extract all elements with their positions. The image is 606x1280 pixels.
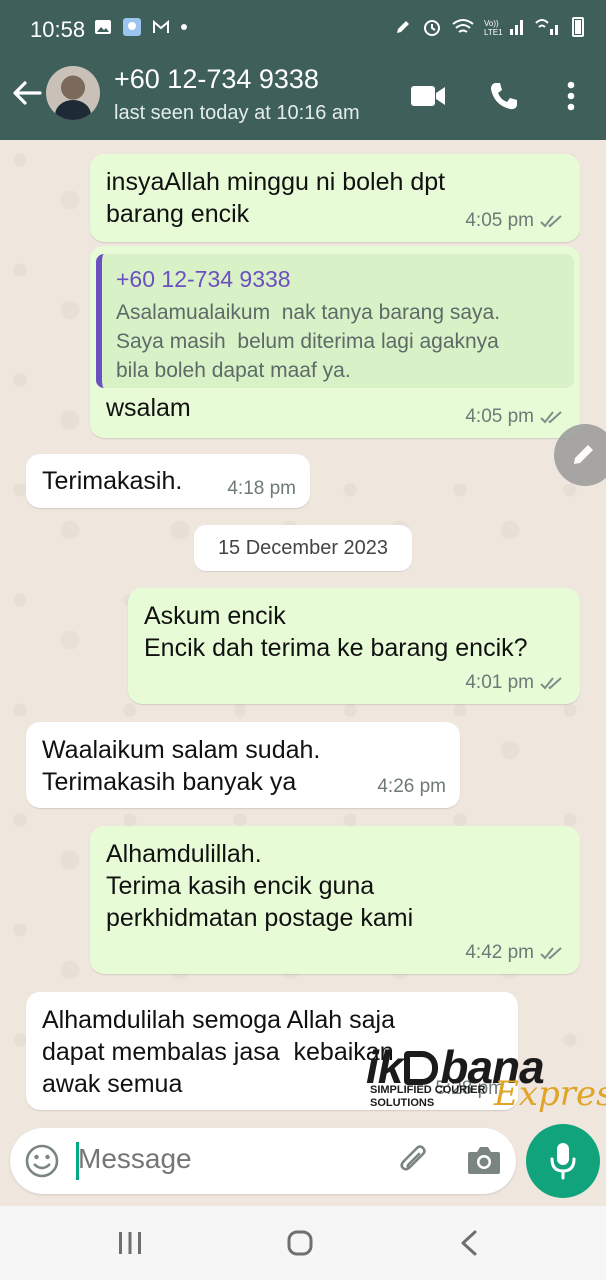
message-text: Terimakasih.: [42, 467, 183, 495]
camera-icon[interactable]: [466, 1144, 502, 1176]
message-bubble-reply[interactable]: +60 12-734 9338 Asalamualaikum nak tanya…: [90, 246, 580, 438]
wifi-icon: [452, 19, 474, 33]
message-time: 4:18 pm: [227, 478, 296, 499]
message-meta: 4:26 pm: [377, 776, 446, 798]
message-time: 4:01 pm: [465, 672, 534, 693]
alarm-icon: [424, 20, 440, 36]
svg-text:Vo)): Vo)): [484, 19, 499, 28]
chat-header[interactable]: +60 12-734 9338 last seen today at 10:16…: [0, 58, 606, 140]
volte-signal-icon: Vo))LTE1: [484, 19, 523, 37]
read-ticks-icon: [540, 411, 562, 424]
message-text: wsalam: [106, 394, 191, 422]
message-composer[interactable]: [10, 1128, 516, 1194]
quoted-sender: +60 12-734 9338: [116, 266, 291, 292]
maps-icon: [123, 18, 141, 36]
back-nav-icon[interactable]: [458, 1229, 480, 1257]
message-time: 4:26 pm: [377, 776, 446, 797]
read-ticks-icon: [540, 947, 562, 960]
message-time: 4:42 pm: [465, 942, 534, 963]
status-bar: 10:58 Vo)) LTE1: [0, 0, 606, 58]
avatar[interactable]: [46, 66, 100, 120]
back-arrow-icon[interactable]: [10, 76, 44, 110]
message-text: Waalaikum salam sudah. Terimakasih banya…: [42, 736, 321, 796]
pen-status-icon: [397, 21, 409, 33]
date-divider: 15 December 2023: [194, 525, 412, 571]
message-bubble[interactable]: Askum encik Encik dah terima ke barang e…: [128, 588, 580, 704]
mic-button[interactable]: [526, 1124, 600, 1198]
message-meta: 4:01 pm: [465, 672, 566, 694]
message-text: Alhamdulilah semoga Allah saja dapat mem…: [42, 1006, 395, 1098]
attach-icon[interactable]: [398, 1144, 432, 1178]
message-time: 4:05 pm: [465, 210, 534, 231]
status-time: 10:58: [30, 17, 86, 42]
message-bubble[interactable]: Terimakasih. 4:18 pm: [26, 454, 310, 508]
watermark-logo: ik bana SIMPLIFIED COURIER SOLUTIONS Expr…: [366, 1040, 606, 1114]
message-bubble[interactable]: Alhamdulillah. Terima kasih encik guna p…: [90, 826, 580, 974]
edit-icon: [574, 445, 593, 464]
quoted-message[interactable]: +60 12-734 9338 Asalamualaikum nak tanya…: [96, 254, 574, 388]
recent-apps-icon[interactable]: [116, 1231, 144, 1255]
notification-icons: [94, 17, 188, 37]
gmail-icon: [153, 19, 169, 33]
battery-icon: [572, 17, 584, 37]
video-call-icon[interactable]: [410, 82, 446, 110]
message-time: 4:05 pm: [465, 406, 534, 427]
message-bubble[interactable]: Waalaikum salam sudah. Terimakasih banya…: [26, 722, 460, 808]
message-text: insyaAllah minggu ni boleh dpt barang en…: [106, 168, 446, 228]
wifi-calling-icon: [535, 19, 558, 35]
system-icons: Vo)) LTE1: [394, 17, 584, 37]
emoji-icon[interactable]: [24, 1143, 60, 1179]
message-meta: 4:05 pm: [465, 406, 566, 428]
message-meta: 4:42 pm: [465, 942, 566, 964]
quoted-text: Asalamualaikum nak tanya barang saya. Sa…: [116, 301, 501, 382]
mic-icon: [550, 1143, 576, 1180]
gallery-icon: [95, 20, 111, 34]
message-bubble[interactable]: insyaAllah minggu ni boleh dpt barang en…: [90, 154, 580, 242]
more-icon[interactable]: [562, 80, 580, 112]
read-ticks-icon: [540, 215, 562, 228]
watermark-express: Express: [494, 1074, 606, 1114]
navigation-bar: [0, 1206, 606, 1280]
home-icon[interactable]: [286, 1229, 314, 1257]
watermark-tagline: SIMPLIFIED COURIER SOLUTIONS: [370, 1084, 486, 1109]
dot-icon: [181, 24, 187, 30]
message-text: Askum encik Encik dah terima ke barang e…: [144, 602, 528, 662]
phone-icon[interactable]: [488, 80, 520, 112]
message-text: Alhamdulillah. Terima kasih encik guna p…: [106, 840, 414, 932]
svg-text:LTE1: LTE1: [484, 28, 503, 37]
message-input[interactable]: [78, 1143, 378, 1175]
message-meta: 4:18 pm: [227, 478, 296, 500]
read-ticks-icon: [540, 677, 562, 690]
message-meta: 4:05 pm: [465, 210, 566, 232]
contact-name[interactable]: +60 12-734 9338: [114, 64, 319, 95]
last-seen-status: last seen today at 10:16 am: [114, 102, 360, 124]
app-bar: 10:58 Vo)) LTE1 +60 12-734 9338 last seen…: [0, 0, 606, 140]
